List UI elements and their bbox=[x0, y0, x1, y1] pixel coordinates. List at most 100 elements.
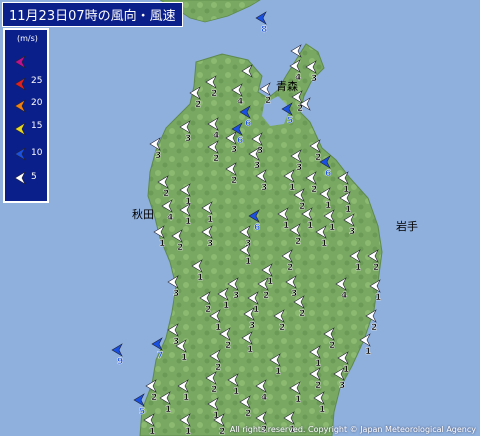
wind-speed-label: 1 bbox=[355, 263, 361, 273]
wind-map: 青森 秋田 岩手 834242 226 563 43 33 23 32623 1 2 121 2 1 1… bbox=[0, 0, 480, 436]
legend-arrow-icon bbox=[14, 55, 26, 69]
wind-speed-label: 2 bbox=[311, 185, 317, 195]
wind-speed-label: 2 bbox=[177, 243, 183, 253]
wind-speed-label: 6 bbox=[237, 136, 243, 146]
legend: (m/s) 25 20 15 10 5 bbox=[3, 28, 49, 203]
wind-speed-label: 2 bbox=[231, 176, 237, 186]
wind-speed-label: 1 bbox=[307, 221, 313, 231]
wind-speed-label: 3 bbox=[173, 289, 179, 299]
wind-speed-label: 1 bbox=[165, 405, 171, 415]
wind-speed-label: 2 bbox=[371, 323, 377, 333]
wind-speed-label: 1 bbox=[207, 215, 213, 225]
wind-speed-label: 4 bbox=[261, 393, 267, 403]
wind-speed-label: 2 bbox=[211, 385, 217, 395]
wind-speed-label: 6 bbox=[245, 119, 251, 129]
wind-speed-label: 3 bbox=[155, 151, 161, 161]
wind-speed-label: 2 bbox=[195, 100, 201, 110]
wind-speed-label: 2 bbox=[279, 323, 285, 333]
wind-speed-label: 1 bbox=[345, 205, 351, 215]
wind-speed-label: 1 bbox=[365, 347, 371, 357]
wind-speed-label: 2 bbox=[215, 363, 221, 373]
wind-speed-label: 1 bbox=[233, 387, 239, 397]
wind-speed-label: 3 bbox=[249, 321, 255, 331]
wind-speed-label: 4 bbox=[237, 97, 243, 107]
wind-speed-label: 1 bbox=[215, 323, 221, 333]
wind-speed-label: 1 bbox=[321, 239, 327, 249]
legend-level-20: 20 bbox=[31, 98, 43, 108]
wind-speed-label: 1 bbox=[329, 223, 335, 233]
wind-speed-label: 1 bbox=[197, 273, 203, 283]
legend-level-5: 5 bbox=[31, 172, 37, 182]
wind-speed-label: 2 bbox=[329, 341, 335, 351]
wind-speed-label: 7 bbox=[157, 351, 163, 361]
wind-speed-label: 4 bbox=[167, 213, 173, 223]
wind-speed-label: 2 bbox=[245, 409, 251, 419]
wind-speed-label: 6 bbox=[254, 223, 260, 233]
wind-speed-label: 4 bbox=[295, 73, 301, 83]
legend-level-15: 15 bbox=[31, 121, 43, 131]
wind-speed-label: 8 bbox=[261, 25, 267, 35]
wind-speed-label: 2 bbox=[299, 202, 305, 212]
wind-speed-label: 1 bbox=[289, 183, 295, 193]
wind-speed-label: 2 bbox=[163, 189, 169, 199]
wind-speed-label: 2 bbox=[219, 427, 225, 436]
wind-speed-label: 1 bbox=[343, 365, 349, 375]
wind-speed-label: 1 bbox=[183, 393, 189, 403]
wind-speed-label: 3 bbox=[207, 239, 213, 249]
wind-speed-label: 4 bbox=[213, 131, 219, 141]
wind-speed-label: 1 bbox=[247, 345, 253, 355]
wind-speed-label: 1 bbox=[149, 427, 155, 436]
wind-speed-label: 9 bbox=[117, 357, 123, 367]
wind-speed-label: 1 bbox=[283, 221, 289, 231]
wind-speed-label: 1 bbox=[181, 353, 187, 363]
wind-speed-label: 3 bbox=[233, 291, 239, 301]
wind-speed-label: 2 bbox=[265, 96, 271, 106]
wind-speed-label: 2 bbox=[225, 341, 231, 351]
wind-speed-label: 2 bbox=[263, 291, 269, 301]
wind-speed-label: 1 bbox=[295, 395, 301, 405]
wind-speed-label: 2 bbox=[205, 305, 211, 315]
legend-arrow-icon bbox=[14, 171, 26, 185]
wind-speed-label: 1 bbox=[245, 257, 251, 267]
wind-speed-label: 1 bbox=[275, 367, 281, 377]
legend-level-25: 25 bbox=[31, 76, 43, 86]
legend-arrow-icon bbox=[14, 77, 26, 91]
wind-speed-label: 3 bbox=[261, 183, 267, 193]
copyright-notice: All rights reserved. Copyright © Japan M… bbox=[229, 425, 476, 434]
map-title: 11月23日07時の風向・風速 bbox=[2, 2, 183, 27]
legend-arrow-icon bbox=[14, 122, 26, 136]
wind-speed-label: 5 bbox=[139, 407, 145, 417]
wind-speed-label: 3 bbox=[254, 161, 260, 171]
wind-speed-label: 2 bbox=[151, 393, 157, 403]
wind-speed-label: 1 bbox=[185, 217, 191, 227]
wind-speed-label: 3 bbox=[231, 145, 237, 155]
wind-speed-label: 6 bbox=[325, 169, 331, 179]
wind-speed-label: 3 bbox=[257, 146, 263, 156]
wind-speed-label: 2 bbox=[213, 154, 219, 164]
wind-speed-label: 2 bbox=[295, 237, 301, 247]
wind-speed-label: 4 bbox=[341, 291, 347, 301]
wind-speed-label: 2 bbox=[315, 381, 321, 391]
wind-speed-label: 3 bbox=[291, 289, 297, 299]
wind-speed-label: 1 bbox=[159, 239, 165, 249]
wind-speed-label: 2 bbox=[373, 263, 379, 273]
place-iwate: 岩手 bbox=[396, 219, 418, 233]
wind-speed-label: 5 bbox=[287, 116, 293, 126]
legend-arrows bbox=[14, 55, 26, 185]
wind-speed-label: 3 bbox=[349, 227, 355, 237]
legend-arrow-icon bbox=[14, 147, 26, 161]
wind-speed-label: 1 bbox=[185, 427, 191, 436]
legend-arrow-icon bbox=[14, 99, 26, 113]
wind-speed-label: 3 bbox=[296, 163, 302, 173]
wind-speed-label: 1 bbox=[375, 293, 381, 303]
wind-speed-label: 1 bbox=[319, 405, 325, 415]
wind-speed-label: 3 bbox=[339, 381, 345, 391]
wind-speed-label: 1 bbox=[253, 305, 259, 315]
wind-speed-label: 3 bbox=[185, 134, 191, 144]
wind-speed-label: 2 bbox=[299, 309, 305, 319]
place-akita: 秋田 bbox=[132, 207, 154, 221]
wind-speed-label: 3 bbox=[311, 74, 317, 84]
wind-speed-label: 2 bbox=[287, 263, 293, 273]
wind-speed-label: 2 bbox=[211, 89, 217, 99]
wind-speed-label: 1 bbox=[223, 301, 229, 311]
